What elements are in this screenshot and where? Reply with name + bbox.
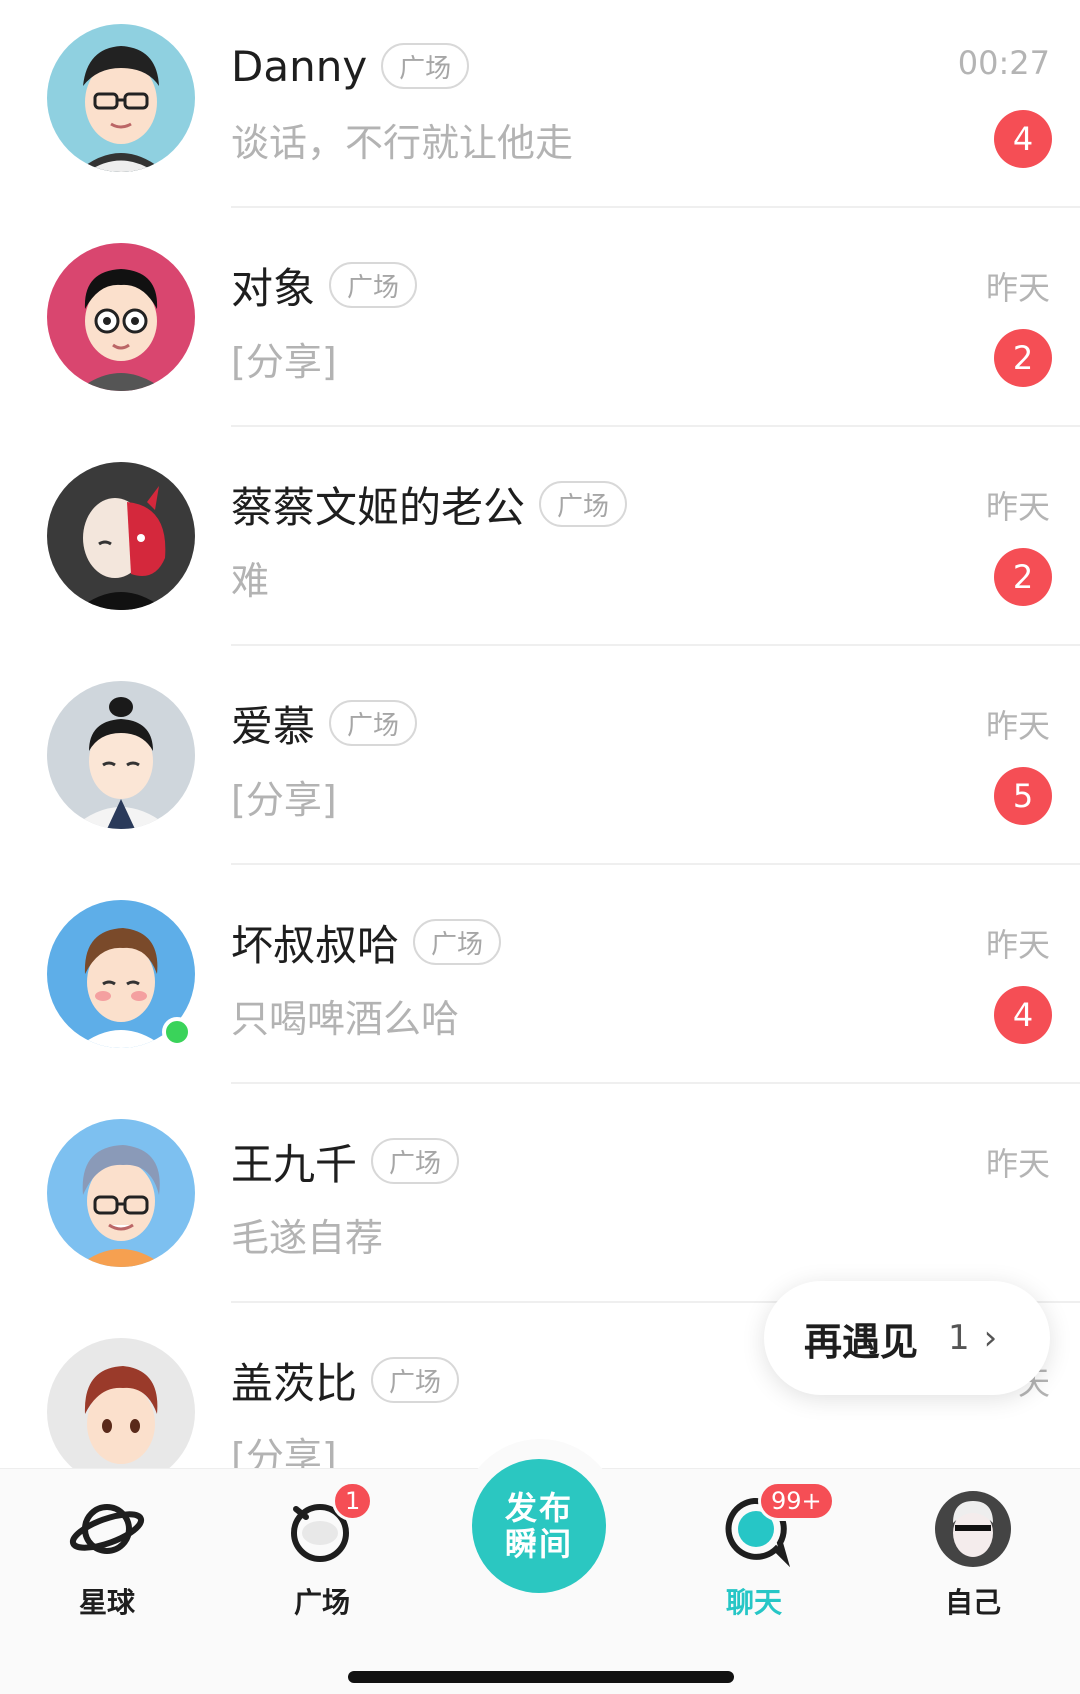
avatar-image-caicai <box>47 462 195 610</box>
chat-row-duixiang[interactable]: 对象 广场 昨天 [分享] 2 <box>0 219 1080 438</box>
bottom-tab-bar: 星球 1 广场 发布 瞬间 99+ 聊天 自己 <box>0 1439 1080 1694</box>
avatar-image-gaicibi <box>47 1338 195 1468</box>
publish-label-line1: 发布 <box>504 1489 573 1527</box>
unread-badge: 2 <box>994 548 1052 606</box>
tab-label: 广场 <box>293 1586 350 1619</box>
divider <box>231 425 1080 427</box>
chat-row-huaishushu[interactable]: 坏叔叔哈 广场 昨天 只喝啤酒么哈 4 <box>0 876 1080 1095</box>
name-line: 王九千 广场 <box>231 1131 460 1191</box>
message-time: 昨天 <box>985 707 1050 745</box>
contact-name: Danny <box>231 41 368 91</box>
chat-list: Danny 广场 00:27 谈话，不行就让他走 4 对象 广场 昨天 [分享]… <box>0 0 1080 1468</box>
name-line: Danny 广场 <box>231 36 470 96</box>
chat-icon: 99+ <box>714 1481 835 1569</box>
source-tag: 广场 <box>539 481 628 527</box>
message-time: 昨天 <box>985 1145 1050 1183</box>
chat-row-danny[interactable]: Danny 广场 00:27 谈话，不行就让他走 4 <box>0 0 1080 219</box>
name-line: 爱慕 广场 <box>231 693 418 753</box>
home-indicator <box>348 1671 734 1683</box>
avatar[interactable] <box>47 462 195 610</box>
divider <box>231 863 1080 865</box>
contact-name: 爱慕 <box>231 701 316 751</box>
message-preview: 难 <box>231 559 270 603</box>
avatar-image-duixiang <box>47 243 195 391</box>
profile-avatar <box>933 1489 1013 1569</box>
tab-square[interactable]: 1 广场 <box>262 1481 382 1621</box>
divider <box>231 206 1080 208</box>
message-time: 昨天 <box>985 488 1050 526</box>
chat-badge: 99+ <box>758 1481 835 1521</box>
avatar[interactable] <box>47 681 195 829</box>
publish-moment-button[interactable]: 发布 瞬间 <box>472 1459 606 1593</box>
message-preview: [分享] <box>231 1435 337 1468</box>
avatar-image-wangjiuqian <box>47 1119 195 1267</box>
tab-label: 自己 <box>944 1586 1001 1619</box>
unread-badge: 4 <box>994 986 1052 1044</box>
avatar[interactable] <box>47 1119 195 1267</box>
chat-row-caicai[interactable]: 蔡蔡文姬的老公 广场 昨天 难 2 <box>0 438 1080 657</box>
message-time: 00:27 <box>957 44 1050 82</box>
source-tag: 广场 <box>371 1357 460 1403</box>
planet-icon <box>67 1489 147 1569</box>
tab-chat[interactable]: 99+ 聊天 <box>694 1481 835 1621</box>
avatar[interactable] <box>47 24 195 172</box>
publish-label-line2: 瞬间 <box>504 1525 573 1563</box>
meet-again-button[interactable]: 再遇见 1 › <box>764 1281 1050 1395</box>
contact-name: 王九千 <box>231 1139 358 1189</box>
avatar[interactable] <box>47 243 195 391</box>
divider <box>231 1082 1080 1084</box>
chevron-right-icon: › <box>983 1318 998 1358</box>
unread-badge: 2 <box>994 329 1052 387</box>
avatar[interactable] <box>47 1338 195 1468</box>
divider <box>231 644 1080 646</box>
message-preview: [分享] <box>231 778 337 822</box>
name-line: 蔡蔡文姬的老公 广场 <box>231 474 628 534</box>
avatar-image-aimu <box>47 681 195 829</box>
name-line: 对象 广场 <box>231 255 418 315</box>
contact-name: 对象 <box>231 263 316 313</box>
contact-name: 坏叔叔哈 <box>231 920 400 970</box>
message-time: 昨天 <box>985 926 1050 964</box>
message-preview: 毛遂自荐 <box>231 1216 384 1260</box>
message-preview: [分享] <box>231 340 337 384</box>
online-status-dot <box>162 1017 192 1047</box>
source-tag: 广场 <box>371 1138 460 1184</box>
contact-name: 蔡蔡文姬的老公 <box>231 482 526 532</box>
source-tag: 广场 <box>329 262 418 308</box>
message-preview: 只喝啤酒么哈 <box>231 997 460 1041</box>
name-line: 坏叔叔哈 广场 <box>231 912 502 972</box>
message-time: 昨天 <box>985 269 1050 307</box>
chat-row-aimu[interactable]: 爱慕 广场 昨天 [分享] 5 <box>0 657 1080 876</box>
avatar-image-danny <box>47 24 195 172</box>
unread-badge: 4 <box>994 110 1052 168</box>
square-badge: 1 <box>332 1481 374 1521</box>
tab-planet[interactable]: 星球 <box>47 1489 167 1621</box>
tab-profile[interactable]: 自己 <box>913 1489 1033 1621</box>
source-tag: 广场 <box>329 700 418 746</box>
message-preview: 谈话，不行就让他走 <box>231 121 574 165</box>
tab-label: 聊天 <box>725 1586 782 1619</box>
unread-badge: 5 <box>994 767 1052 825</box>
source-tag: 广场 <box>413 919 502 965</box>
meet-again-label: 再遇见 <box>804 1319 919 1364</box>
tab-label: 星球 <box>78 1586 135 1619</box>
square-icon: 1 <box>282 1481 374 1569</box>
meet-again-count: 1 <box>948 1318 970 1358</box>
name-line: 盖茨比 广场 <box>231 1350 460 1410</box>
contact-name: 盖茨比 <box>231 1358 358 1408</box>
source-tag: 广场 <box>381 43 470 89</box>
